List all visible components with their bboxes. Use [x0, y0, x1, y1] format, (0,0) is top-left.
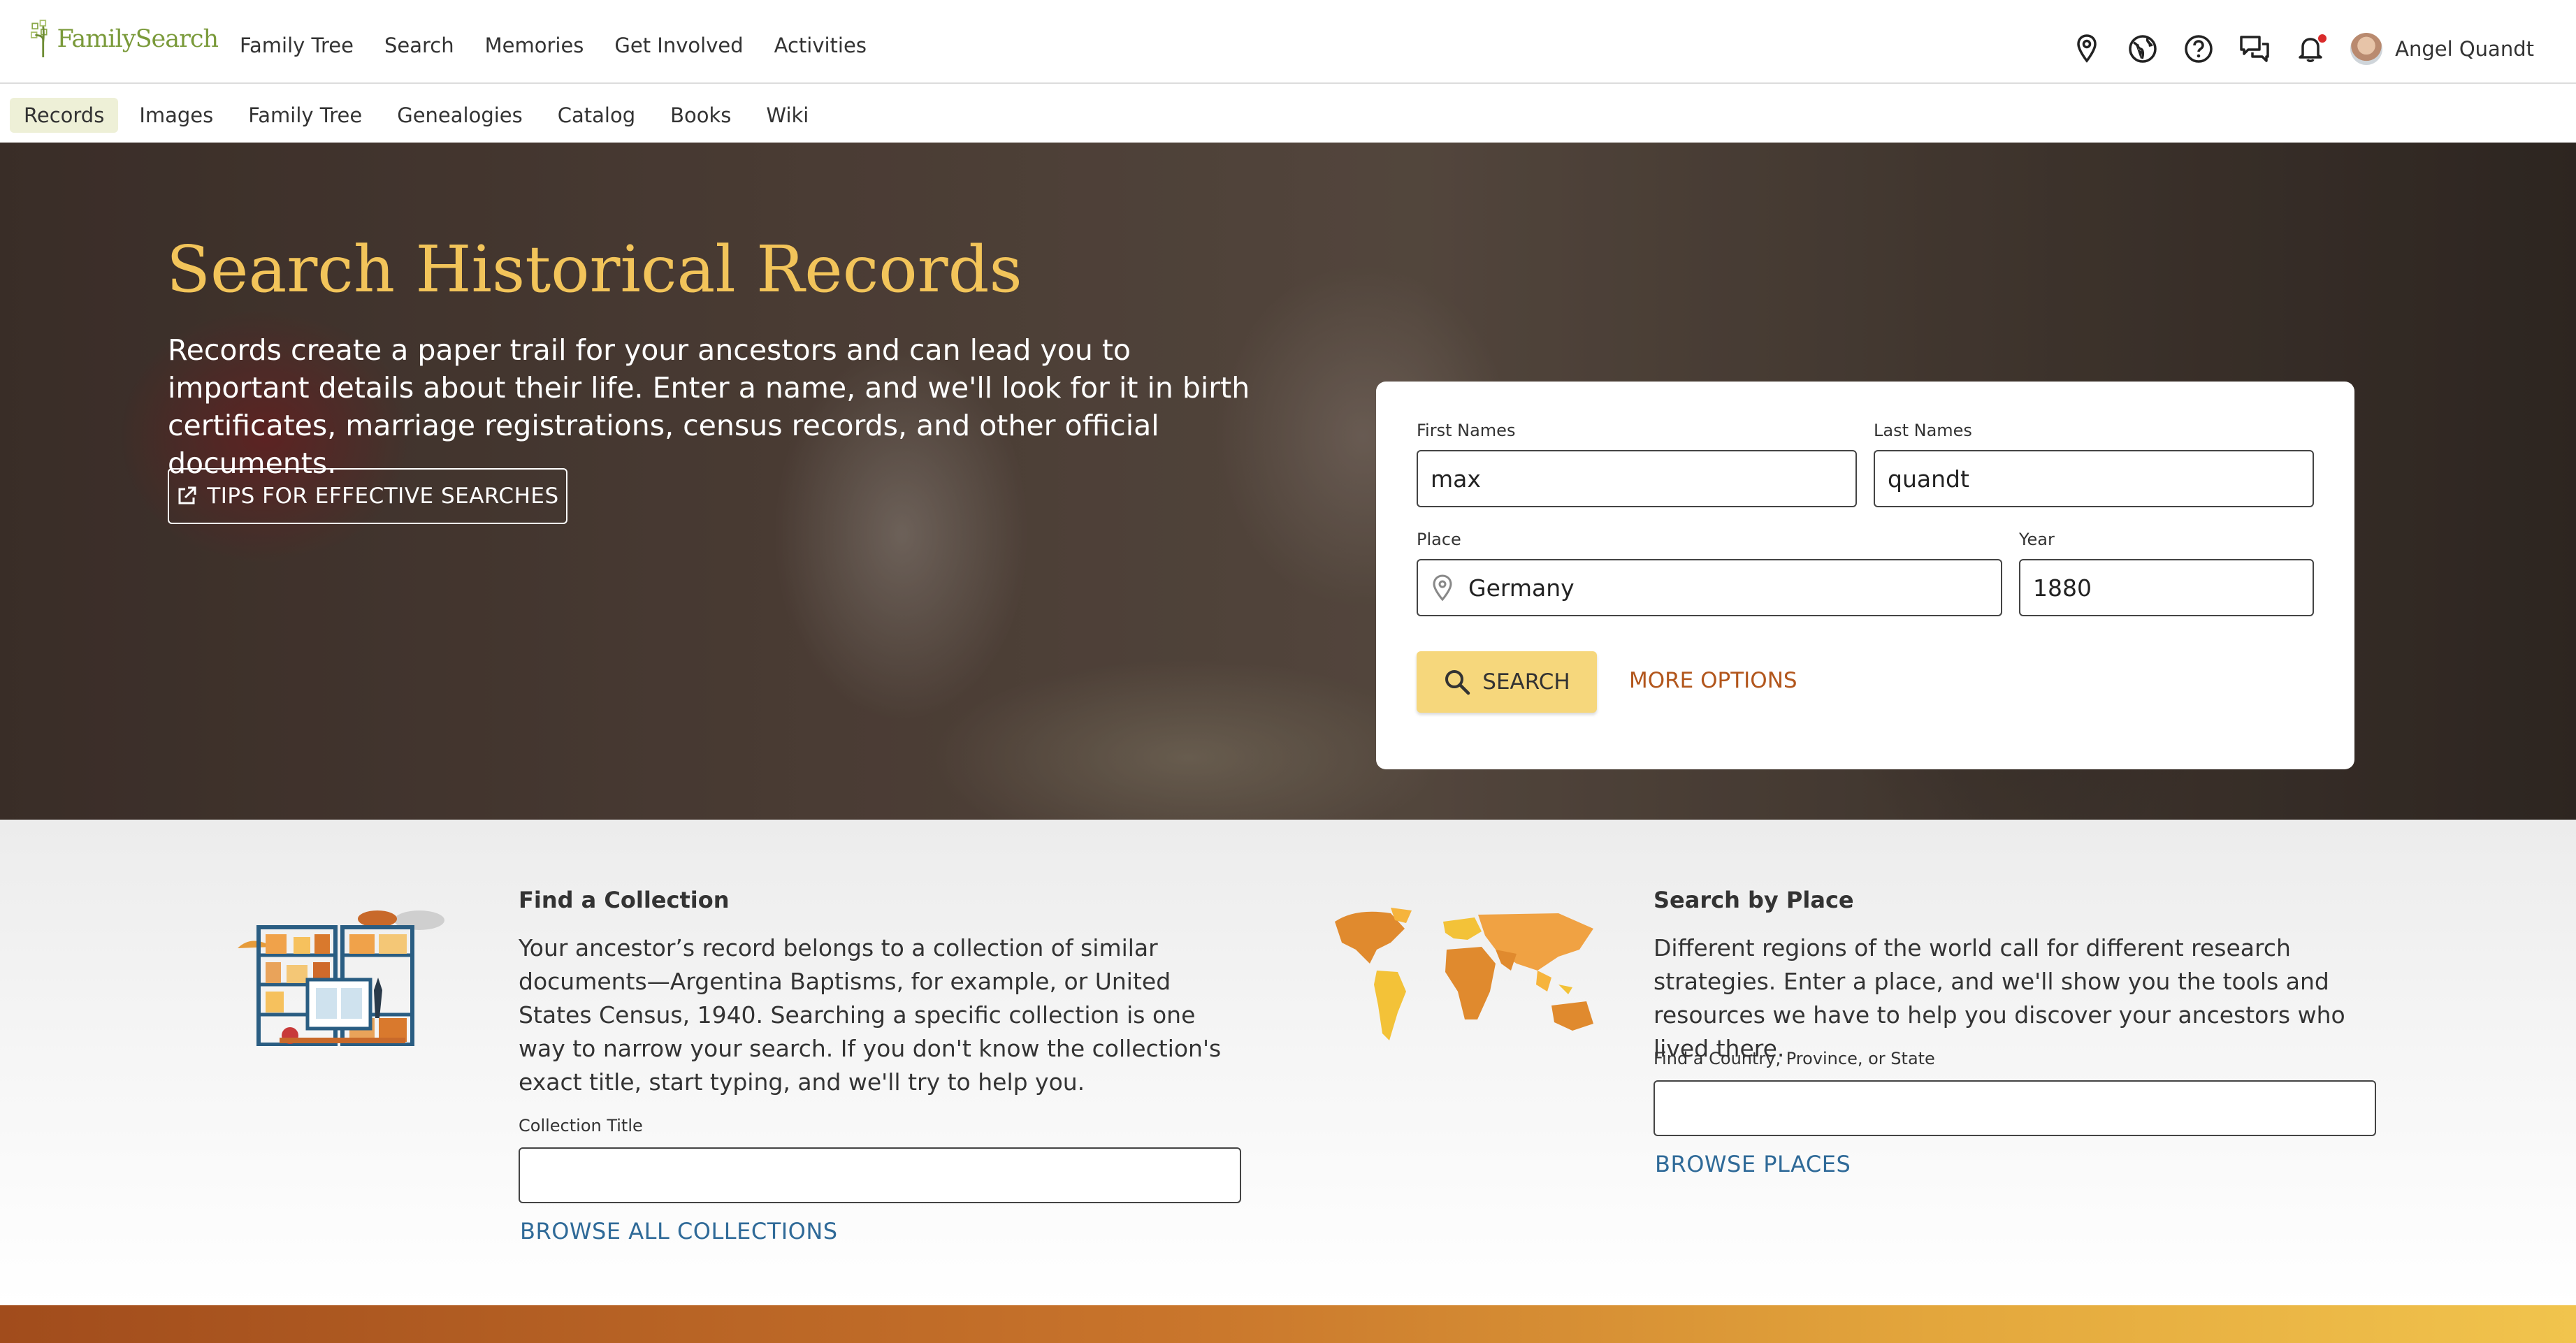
last-names-input[interactable]: quandt	[1874, 450, 2314, 507]
search-subnav: Records Images Family Tree Genealogies C…	[0, 84, 2576, 143]
browse-places-link[interactable]: BROWSE PLACES	[1655, 1151, 1851, 1177]
main-nav: Family Tree Search Memories Get Involved…	[240, 34, 897, 57]
hero-description: Records create a paper trail for your an…	[168, 333, 1250, 480]
location-pin-icon	[1433, 574, 1452, 602]
search-form-card: First Names max Last Names quandt Place …	[1376, 382, 2354, 769]
footer-gradient-band	[0, 1305, 2576, 1343]
subnav-images[interactable]: Images	[125, 98, 227, 133]
bell-icon[interactable]	[2294, 33, 2327, 65]
collection-title-input[interactable]	[519, 1147, 1241, 1203]
year-input[interactable]: 1880	[2019, 559, 2314, 616]
help-icon[interactable]	[2183, 33, 2215, 65]
subnav-wiki[interactable]: Wiki	[752, 98, 823, 133]
search-by-place-description: Different regions of the world call for …	[1654, 934, 2345, 1062]
browse-all-collections-link[interactable]: BROWSE ALL COLLECTIONS	[520, 1218, 838, 1244]
family-tree-logo-icon	[30, 20, 48, 58]
place-value: Germany	[1468, 574, 1575, 602]
search-button[interactable]: SEARCH	[1417, 651, 1597, 713]
page-title: Search Historical Records	[166, 232, 1022, 307]
more-options-link[interactable]: MORE OPTIONS	[1629, 668, 1797, 693]
collection-title-label: Collection Title	[519, 1116, 643, 1135]
search-icon	[1445, 670, 1470, 695]
secondary-search-section: Find a Collection Your ancestor’s record…	[0, 820, 2576, 1305]
location-pin-icon[interactable]	[2071, 33, 2103, 65]
external-link-icon	[178, 486, 196, 504]
subnav-books[interactable]: Books	[656, 98, 745, 133]
world-map-illustration	[1335, 908, 1593, 1040]
collection-shelves-illustration	[238, 910, 444, 1046]
subnav-records[interactable]: Records	[10, 98, 119, 133]
first-names-input[interactable]: max	[1417, 450, 1857, 507]
last-names-label: Last Names	[1874, 421, 1972, 440]
nav-memories[interactable]: Memories	[485, 34, 584, 57]
nav-activities[interactable]: Activities	[774, 34, 867, 57]
first-names-label: First Names	[1417, 421, 1516, 440]
place-label: Place	[1417, 530, 1461, 549]
search-button-label: SEARCH	[1482, 669, 1570, 695]
subnav-genealogies[interactable]: Genealogies	[383, 98, 537, 133]
tips-for-effective-searches-button[interactable]: TIPS FOR EFFECTIVE SEARCHES	[168, 468, 567, 524]
logo-text: FamilySearch	[57, 25, 219, 53]
globe-icon[interactable]	[2127, 33, 2159, 65]
nav-search[interactable]: Search	[384, 34, 454, 57]
notification-dot	[2318, 34, 2327, 43]
top-header: FamilySearch Family Tree Search Memories…	[0, 0, 2576, 84]
search-by-place-title: Search by Place	[1654, 887, 1854, 913]
user-name[interactable]: Angel Quandt	[2395, 37, 2534, 61]
find-collection-description: Your ancestor’s record belongs to a coll…	[519, 934, 1222, 1096]
place-input[interactable]: Germany	[1417, 559, 2002, 616]
year-label: Year	[2019, 530, 2055, 549]
chat-icon[interactable]	[2238, 33, 2271, 65]
subnav-catalog[interactable]: Catalog	[544, 98, 649, 133]
place-finder-label: Find a Country, Province, or State	[1654, 1049, 1935, 1068]
tips-button-label: TIPS FOR EFFECTIVE SEARCHES	[207, 484, 559, 509]
familysearch-logo[interactable]: FamilySearch	[29, 13, 219, 66]
nav-family-tree[interactable]: Family Tree	[240, 34, 354, 57]
place-finder-input[interactable]	[1654, 1080, 2376, 1136]
avatar[interactable]	[2350, 33, 2383, 65]
subnav-family-tree[interactable]: Family Tree	[234, 98, 376, 133]
nav-get-involved[interactable]: Get Involved	[614, 34, 743, 57]
hero-banner: Search Historical Records Records create…	[0, 143, 2576, 820]
find-collection-title: Find a Collection	[519, 887, 730, 913]
header-actions: Angel Quandt	[2047, 28, 2534, 70]
